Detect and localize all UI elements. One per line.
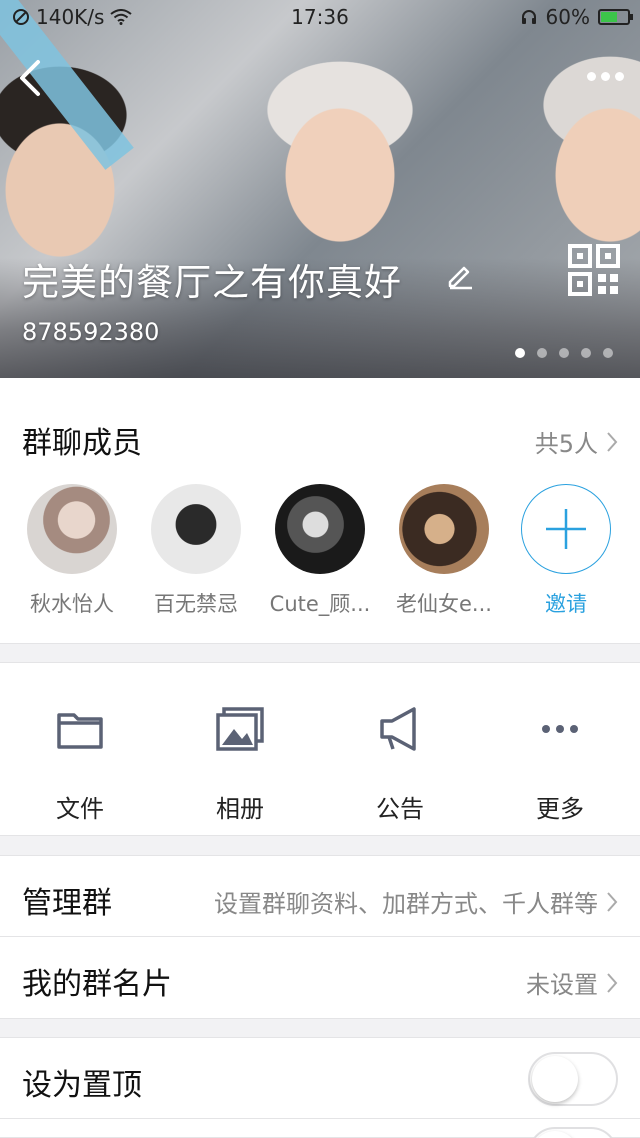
- album-label: 相册: [216, 795, 264, 823]
- avatar: [275, 484, 365, 574]
- avatar: [399, 484, 489, 574]
- my-group-card-value-wrap: 未设置: [526, 965, 618, 1000]
- megaphone-icon: [380, 707, 416, 751]
- chevron-right-icon: [607, 891, 618, 912]
- member-list: 秋水怡人 百无禁忌 Cute_顾... 老仙女e... 邀请: [0, 484, 640, 624]
- manage-group-value: 设置群聊资料、加群方式、千人群等: [214, 890, 598, 918]
- more-options-button[interactable]: [580, 64, 624, 88]
- toggle-knob: [532, 1131, 578, 1138]
- member-item[interactable]: 百无禁忌: [134, 484, 258, 618]
- manage-group-value-wrap: 设置群聊资料、加群方式、千人群等: [214, 884, 618, 919]
- shortcut-grid: 文件 相册 公告 更多: [0, 662, 640, 836]
- manage-group-label: 管理群: [22, 886, 112, 921]
- my-group-card-row[interactable]: 我的群名片 未设置: [0, 937, 640, 1019]
- dot: [587, 71, 596, 81]
- announcement-button[interactable]: 公告: [320, 703, 480, 824]
- cover-page-indicator: [515, 348, 613, 358]
- member-name: 百无禁忌: [154, 592, 238, 616]
- page-dot: [515, 348, 525, 358]
- page-dot: [603, 348, 613, 358]
- pin-top-row: 设为置顶: [0, 1037, 640, 1119]
- files-label: 文件: [56, 795, 104, 823]
- page-dot: [559, 348, 569, 358]
- group-id: 878592380: [22, 318, 160, 346]
- chevron-right-icon: [607, 972, 618, 993]
- avatar: [151, 484, 241, 574]
- pin-top-label: 设为置顶: [22, 1068, 142, 1103]
- folder-icon: [57, 713, 103, 749]
- album-icon: [216, 707, 264, 751]
- page-dot: [581, 348, 591, 358]
- member-name: 秋水怡人: [30, 592, 114, 616]
- back-button[interactable]: [14, 58, 48, 98]
- member-name: Cute_顾...: [269, 592, 371, 616]
- my-group-card-value: 未设置: [526, 971, 598, 999]
- qr-code-button[interactable]: [568, 244, 620, 296]
- invite-button[interactable]: 邀请: [504, 484, 628, 618]
- chevron-right-icon: [607, 431, 618, 452]
- album-button[interactable]: 相册: [160, 703, 320, 824]
- qr-code-icon: [568, 244, 620, 296]
- pin-top-toggle[interactable]: [528, 1052, 618, 1106]
- members-title: 群聊成员: [22, 426, 142, 461]
- edit-name-button[interactable]: [446, 262, 474, 290]
- member-name: 老仙女e...: [396, 592, 492, 616]
- avatar: [27, 484, 117, 574]
- group-name: 完美的餐厅之有你真好: [22, 261, 402, 304]
- toggle-knob: [532, 1056, 578, 1102]
- invite-label: 邀请: [545, 592, 587, 616]
- member-item[interactable]: 秋水怡人: [10, 484, 134, 618]
- page-dot: [537, 348, 547, 358]
- invite-circle: [521, 484, 611, 574]
- headset-icon: [521, 10, 536, 24]
- clock: 17:36: [291, 5, 349, 29]
- member-item[interactable]: 老仙女e...: [382, 484, 506, 618]
- battery-percent: 60%: [545, 5, 590, 29]
- battery-icon: [598, 9, 633, 25]
- members-section: 群聊成员 共5人 秋水怡人 百无禁忌 Cute_顾... 老仙女e... 邀请: [0, 378, 640, 644]
- status-bar: 140K/s 17:36 60%: [0, 0, 640, 34]
- chevron-left-icon: [20, 60, 40, 96]
- pencil-icon: [448, 266, 472, 290]
- next-setting-row: [0, 1119, 640, 1138]
- files-button[interactable]: 文件: [0, 703, 160, 824]
- more-label: 更多: [536, 795, 584, 823]
- dot: [601, 71, 610, 81]
- members-count: 共5人: [534, 430, 598, 458]
- my-group-card-label: 我的群名片: [22, 967, 172, 1002]
- announcement-label: 公告: [376, 795, 424, 823]
- member-item[interactable]: Cute_顾...: [258, 484, 382, 618]
- plus-icon: [546, 509, 586, 549]
- next-setting-toggle[interactable]: [528, 1127, 618, 1138]
- manage-group-row[interactable]: 管理群 设置群聊资料、加群方式、千人群等: [0, 855, 640, 937]
- more-button[interactable]: 更多: [480, 703, 640, 824]
- members-count-link[interactable]: 共5人: [535, 424, 618, 459]
- dot: [615, 71, 624, 81]
- more-horizontal-icon: [542, 725, 578, 733]
